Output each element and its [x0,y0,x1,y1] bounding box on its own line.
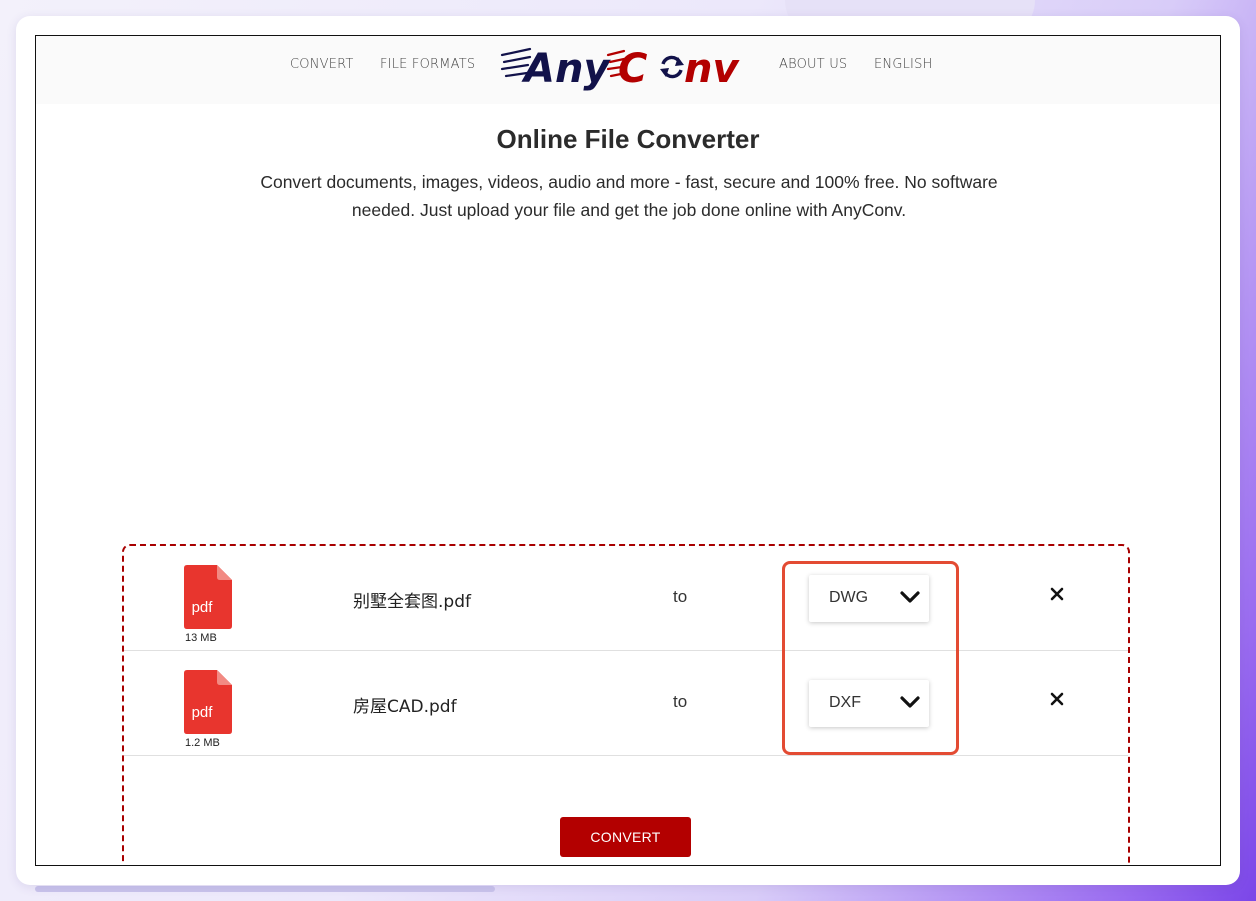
close-icon [1050,692,1064,706]
nav-about-link[interactable]: ABOUT US [779,57,847,72]
chevron-down-icon [899,589,921,610]
nav-language-selector[interactable]: ENGLISH [874,57,933,72]
top-navigation: CONVERT FILE FORMATS Any C nv ABOUT US E… [36,36,1220,104]
file-size: 13 MB [185,632,217,644]
background-bar [35,886,495,892]
convert-button[interactable]: CONVERT [560,817,691,857]
svg-text:nv: nv [684,46,740,92]
file-dropzone[interactable]: pdf 13 MB 别墅全套图.pdf to DWG pdf 1.2 MB 房屋… [122,544,1130,865]
selected-format: DWG [829,589,869,606]
page-subtitle: Convert documents, images, videos, audio… [260,172,998,220]
file-type-label: pdf [191,599,213,616]
selected-format: DXF [829,694,861,711]
nav-convert-link[interactable]: CONVERT [290,57,354,72]
target-format-select[interactable]: DWG [809,575,929,622]
file-row: pdf 1.2 MB 房屋CAD.pdf to DXF [124,651,1128,756]
file-row: pdf 13 MB 别墅全套图.pdf to DWG [124,546,1128,651]
remove-file-button[interactable] [1046,583,1068,605]
browser-viewport: CONVERT FILE FORMATS Any C nv ABOUT US E… [35,35,1221,866]
to-label: to [673,587,688,606]
page-title: Online File Converter [496,124,760,154]
to-label: to [673,692,688,711]
file-size: 1.2 MB [185,737,220,749]
nav-file-formats-link[interactable]: FILE FORMATS [380,57,475,72]
pdf-file-icon: pdf [184,670,232,734]
anyconv-logo[interactable]: Any C nv [500,38,746,94]
pdf-file-icon: pdf [184,565,232,629]
file-type-label: pdf [191,704,213,721]
close-icon [1050,587,1064,601]
file-name: 房屋CAD.pdf [353,697,457,717]
file-name: 别墅全套图.pdf [353,592,471,612]
target-format-select[interactable]: DXF [809,680,929,727]
svg-text:Any: Any [521,46,611,92]
remove-file-button[interactable] [1046,688,1068,710]
svg-text:C: C [618,46,647,92]
chevron-down-icon [899,694,921,715]
